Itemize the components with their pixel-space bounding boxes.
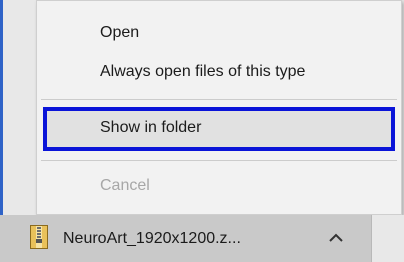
menu-item-cancel: Cancel (100, 177, 150, 194)
zip-file-icon (30, 225, 48, 249)
download-item[interactable]: NeuroArt_1920x1200.z... (0, 215, 372, 262)
menu-item-always-open[interactable]: Always open files of this type (37, 57, 401, 87)
window-edge (0, 0, 3, 220)
download-filename: NeuroArt_1920x1200.z... (63, 230, 241, 247)
download-context-menu: Open Always open files of this type Show… (36, 0, 402, 215)
menu-item-show-in-folder[interactable]: Show in folder (37, 113, 401, 143)
download-shelf: NeuroArt_1920x1200.z... (0, 215, 404, 262)
chevron-up-icon[interactable] (326, 229, 346, 247)
menu-item-open[interactable]: Open (37, 18, 401, 48)
menu-separator (41, 99, 397, 100)
menu-separator (41, 160, 397, 161)
